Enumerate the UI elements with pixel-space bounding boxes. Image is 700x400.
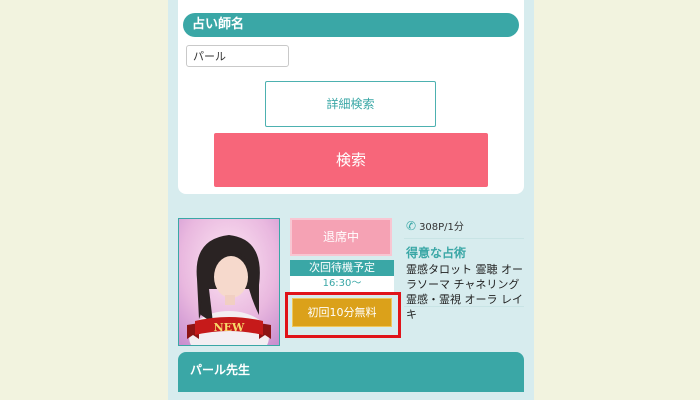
status-button[interactable]: 退席中 [290,218,392,256]
fortune-teller-name-bar[interactable]: パール先生 [178,352,524,392]
fortune-teller-name-input[interactable] [186,45,289,67]
next-standby-label: 次回待機予定 [290,260,394,276]
price-row: ✆ 308P/1分 [406,218,464,234]
specialty-heading: 得意な占術 [406,246,467,260]
price-text: 308P/1分 [419,222,464,233]
next-standby-time: 16:30〜 [290,276,394,292]
divider [404,238,524,239]
section-title-bar: 占い師名 [183,13,519,37]
divider [404,306,524,307]
phone-icon: ✆ [406,219,417,233]
new-badge: NEW [214,321,245,334]
specialty-list: 霊感タロット 霊聴 オーラソーマ チャネリング 霊感・霊視 オーラ レイキ [406,263,523,321]
first-10min-free-button[interactable]: 初回10分無料 [292,298,392,327]
profile-photo[interactable]: NEW [178,218,280,346]
detail-search-button[interactable]: 詳細検索 [265,81,436,127]
search-button[interactable]: 検索 [214,133,488,187]
